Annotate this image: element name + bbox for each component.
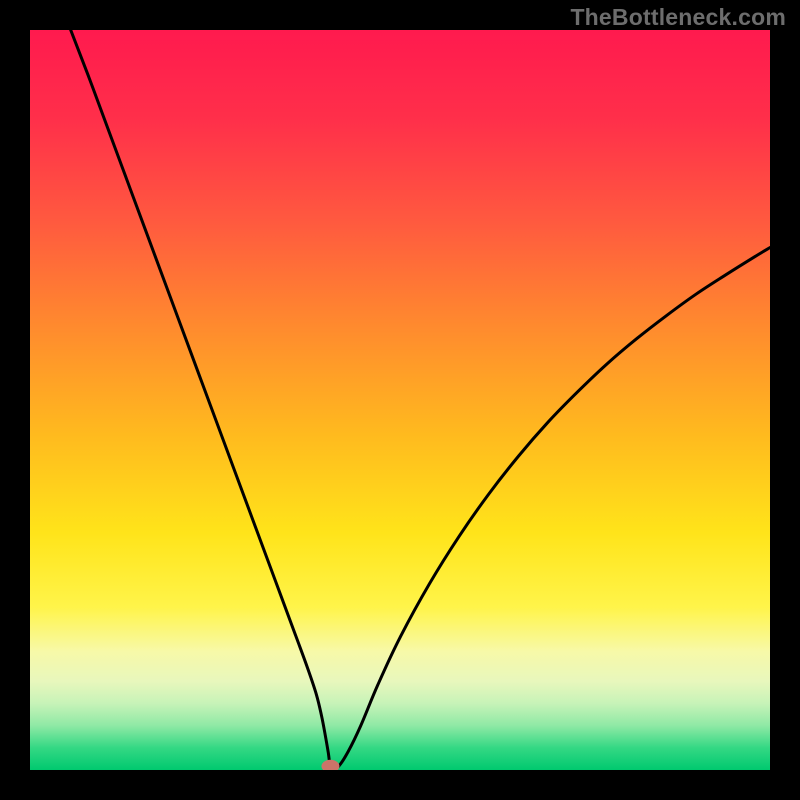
gradient-background <box>30 30 770 770</box>
watermark-text: TheBottleneck.com <box>570 4 786 31</box>
chart-frame: TheBottleneck.com <box>0 0 800 800</box>
plot-area <box>30 30 770 770</box>
bottleneck-chart <box>30 30 770 770</box>
